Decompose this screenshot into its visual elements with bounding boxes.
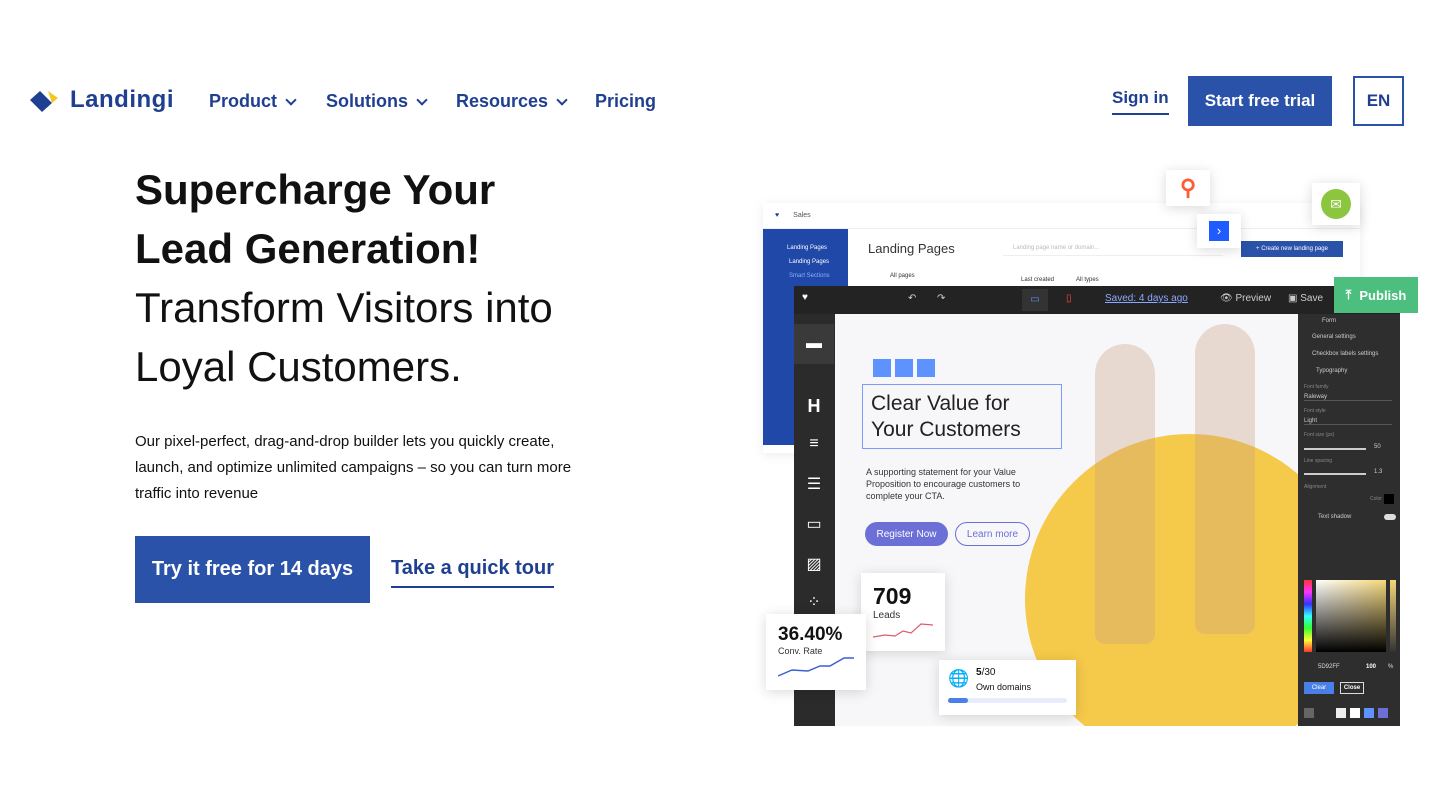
quick-tour-link[interactable]: Take a quick tour <box>391 557 555 588</box>
font-family-select[interactable]: Raleway <box>1304 394 1392 401</box>
clear-button[interactable]: Clear <box>1304 682 1334 694</box>
dashboard-search[interactable]: Landing page name or domain... <box>1003 241 1223 256</box>
checkbox-settings-item[interactable]: Checkbox labels settings <box>1312 351 1378 357</box>
app-logo-icon: ♥ <box>775 212 780 219</box>
logo[interactable]: Landingi <box>30 86 174 114</box>
selected-heading[interactable]: Clear Value for Your Customers <box>862 384 1062 449</box>
workspace-selector[interactable]: Sales <box>793 212 811 219</box>
opacity-slider[interactable] <box>1390 580 1396 652</box>
delete-icon[interactable] <box>895 359 913 377</box>
save-button[interactable]: ▣ Save <box>1288 293 1323 304</box>
hero-title-line1: Supercharge Your <box>135 166 496 213</box>
types-dropdown[interactable]: All types <box>1076 277 1099 283</box>
eye-icon: 👁 <box>1220 293 1233 304</box>
font-style-select[interactable]: Light <box>1304 418 1392 425</box>
hex-input[interactable]: 5D92FF <box>1318 664 1340 670</box>
chevron-down-icon <box>285 93 297 106</box>
activecampaign-icon: › <box>1197 214 1241 248</box>
close-button[interactable]: Close <box>1340 682 1364 694</box>
dashboard-title: Landing Pages <box>868 241 955 256</box>
preview-button[interactable]: 👁 Preview <box>1220 293 1271 304</box>
create-landing-button[interactable]: + Create new landing page <box>1241 241 1343 257</box>
button-tool-icon[interactable]: ▭ <box>794 504 834 544</box>
redo-icon[interactable]: ↷ <box>937 293 945 304</box>
nav-product[interactable]: Product <box>209 91 297 112</box>
general-settings-item[interactable]: General settings <box>1312 334 1356 340</box>
nav-solutions[interactable]: Solutions <box>326 91 428 112</box>
chevron-down-icon <box>416 93 428 106</box>
preset-swatch[interactable] <box>1364 708 1374 718</box>
comment-icon[interactable] <box>917 359 935 377</box>
people-image <box>1195 324 1255 634</box>
publish-button[interactable]: ⤒ Publish <box>1334 277 1418 313</box>
saved-status-link[interactable]: Saved: 4 days ago <box>1105 293 1188 304</box>
text-shadow-toggle[interactable] <box>1384 514 1396 520</box>
save-icon: ▣ <box>1288 293 1298 304</box>
canvas-text: A supporting statement for your Value Pr… <box>866 467 1021 501</box>
color-swatch[interactable] <box>1384 494 1394 504</box>
domains-card: 🌐 5/30 Own domains <box>939 660 1076 715</box>
font-size-slider[interactable] <box>1304 448 1366 450</box>
editor-mockup: ♥ ↶ ↷ ▭ ▯ Saved: 4 days ago 👁 Preview ▣ … <box>794 286 1400 726</box>
leads-sparkline <box>872 623 934 638</box>
sidebar-item[interactable]: Landing Pages <box>787 245 848 251</box>
chevron-down-icon <box>556 93 568 106</box>
text-tool-icon[interactable]: ≡ <box>794 424 834 464</box>
try-free-button[interactable]: Try it free for 14 days <box>135 536 370 603</box>
sign-in-link[interactable]: Sign in <box>1112 88 1169 115</box>
learn-more-button[interactable]: Learn more <box>955 522 1030 546</box>
hero-subtitle-line2: Loyal Customers. <box>135 343 462 390</box>
conversion-sparkline <box>777 657 854 677</box>
image-tool-icon[interactable]: ▨ <box>794 544 834 584</box>
leads-card: 709 Leads <box>861 573 945 651</box>
preset-swatch[interactable] <box>1350 708 1360 718</box>
editor-logo-icon: ♥ <box>802 292 808 303</box>
nav-pricing[interactable]: Pricing <box>595 91 656 112</box>
logo-icon <box>30 91 58 112</box>
mobile-view-icon[interactable]: ▯ <box>1066 293 1072 304</box>
nav-resources[interactable]: Resources <box>456 91 568 112</box>
hero-subtitle-line1: Transform Visitors into <box>135 284 553 331</box>
start-free-trial-button[interactable]: Start free trial <box>1188 76 1332 126</box>
preset-swatch[interactable] <box>1304 708 1314 718</box>
sidebar-item[interactable]: Smart Sections <box>789 273 848 279</box>
hubspot-icon: ⚲ <box>1166 170 1210 206</box>
form-tool-icon[interactable]: ☰ <box>794 464 834 504</box>
line-spacing-slider[interactable] <box>1304 473 1366 475</box>
hero-description: Our pixel-perfect, drag-and-drop builder… <box>135 433 572 502</box>
heading-tool-icon[interactable]: H <box>794 386 834 426</box>
hero-title-line2: Lead Generation! <box>135 225 481 272</box>
sort-dropdown[interactable]: Last created <box>1021 277 1054 283</box>
globe-icon: 🌐 <box>948 669 970 688</box>
people-image <box>1095 344 1155 644</box>
upload-icon: ⤒ <box>1345 287 1352 302</box>
language-button[interactable]: EN <box>1353 76 1404 126</box>
duplicate-icon[interactable] <box>873 359 891 377</box>
section-tool-icon[interactable]: ▬ <box>794 324 834 364</box>
color-picker[interactable] <box>1316 580 1386 652</box>
settings-panel: Form General settings Checkbox labels se… <box>1298 314 1400 726</box>
domains-progress <box>948 698 1067 703</box>
hue-slider[interactable] <box>1304 580 1312 652</box>
preset-swatch[interactable] <box>1378 708 1388 718</box>
undo-icon[interactable]: ↶ <box>908 293 916 304</box>
conversion-card: 36.40% Conv. Rate <box>766 614 866 690</box>
mailer-icon: ✉ <box>1312 183 1360 225</box>
opacity-input[interactable]: 100 <box>1366 664 1376 670</box>
preset-swatch[interactable] <box>1336 708 1346 718</box>
desktop-view-icon[interactable]: ▭ <box>1022 289 1048 311</box>
register-now-button[interactable]: Register Now <box>865 522 948 546</box>
all-pages-link[interactable]: All pages <box>890 273 915 279</box>
typography-item[interactable]: Typography <box>1316 368 1347 374</box>
sidebar-item[interactable]: Landing Pages <box>789 259 848 265</box>
